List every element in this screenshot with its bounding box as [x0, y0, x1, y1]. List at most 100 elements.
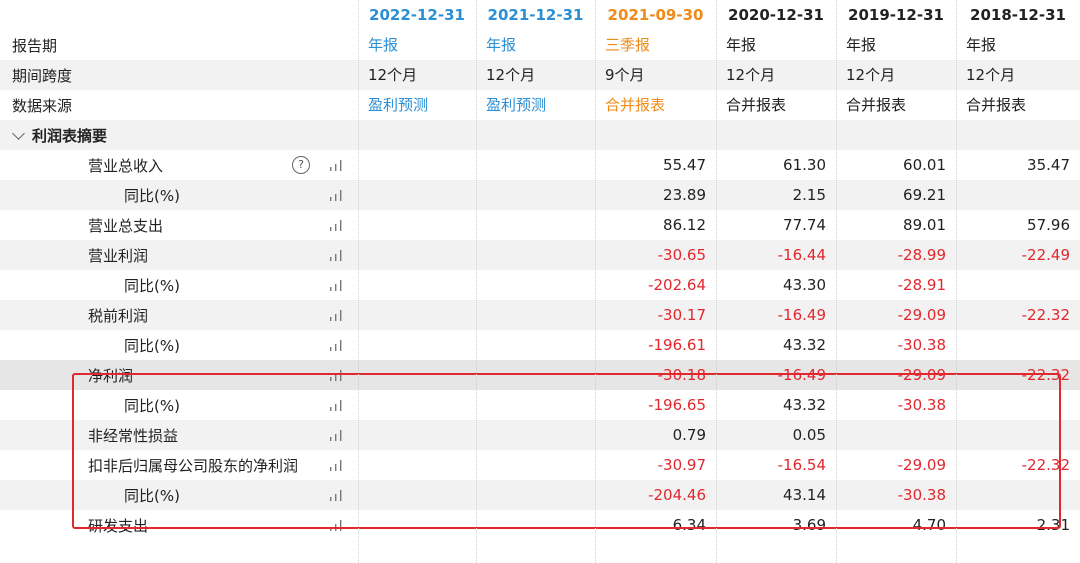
highlight-box [72, 373, 1061, 529]
table-cell: -28.99 [897, 246, 946, 264]
table-cell: -30.38 [897, 336, 946, 354]
table-cell [956, 270, 1080, 300]
column-divider [716, 0, 717, 563]
bar-chart-icon[interactable] [328, 309, 344, 321]
table-cell: 55.47 [663, 156, 706, 174]
column-divider [956, 0, 957, 563]
meta-cell-type: 年报 [846, 36, 877, 54]
table-cell: -202.64 [648, 276, 706, 294]
column-divider [836, 0, 837, 563]
table-cell: 43.32 [783, 336, 826, 354]
table-cell [358, 270, 476, 300]
meta-label: 数据来源 [12, 96, 73, 115]
table-cell [956, 180, 1080, 210]
table-cell: -29.09 [897, 306, 946, 324]
meta-cell-source[interactable]: 盈利预测 [358, 90, 476, 120]
table-row-label: 同比(%) [0, 180, 358, 210]
meta-row-label: 期间跨度 [0, 60, 358, 90]
column-divider [476, 0, 477, 563]
row-label: 营业总支出 [88, 216, 164, 235]
table-cell [358, 240, 476, 270]
table-cell: 43.30 [783, 276, 826, 294]
table-cell: -16.49 [777, 306, 826, 324]
table-cell: 60.01 [903, 156, 946, 174]
table-cell [476, 210, 595, 240]
table-cell [476, 180, 595, 210]
meta-cell-span: 12个月 [966, 66, 1016, 84]
meta-cell-source[interactable]: 盈利预测 [476, 90, 595, 120]
row-label: 同比(%) [124, 276, 180, 295]
meta-cell-source[interactable]: 合并报表 [956, 90, 1080, 120]
table-row-label: 营业总收入? [0, 150, 358, 180]
meta-cell-span: 12个月 [368, 66, 418, 84]
table-cell: -22.49 [1021, 246, 1070, 264]
table-cell: -16.44 [777, 246, 826, 264]
table-row-label: 同比(%) [0, 270, 358, 300]
bar-chart-icon[interactable] [328, 219, 344, 231]
table-cell [956, 330, 1080, 360]
column-header-date[interactable]: 2020-12-31 [716, 0, 836, 30]
table-cell [476, 300, 595, 330]
table-cell [476, 270, 595, 300]
help-icon[interactable]: ? [292, 156, 310, 174]
row-label: 营业总收入 [88, 156, 164, 175]
meta-cell-span: 12个月 [486, 66, 536, 84]
row-label: 营业利润 [88, 246, 149, 265]
meta-label: 期间跨度 [12, 66, 73, 85]
bar-chart-icon[interactable] [328, 279, 344, 291]
table-cell: 69.21 [903, 186, 946, 204]
meta-label: 报告期 [12, 36, 58, 55]
table-cell [358, 150, 476, 180]
bar-chart-icon[interactable] [328, 249, 344, 261]
table-row-label: 营业利润 [0, 240, 358, 270]
meta-cell-source[interactable]: 合并报表 [595, 90, 716, 120]
bar-chart-icon[interactable] [328, 159, 344, 171]
meta-cell-span: 9个月 [605, 66, 645, 84]
table-cell: 61.30 [783, 156, 826, 174]
table-cell [476, 330, 595, 360]
meta-row-label: 报告期 [0, 30, 358, 60]
meta-cell-type: 年报 [368, 36, 399, 54]
row-label: 同比(%) [124, 186, 180, 205]
row-label: 同比(%) [124, 336, 180, 355]
table-cell: -30.17 [657, 306, 706, 324]
table-cell [476, 150, 595, 180]
bar-chart-icon[interactable] [328, 339, 344, 351]
meta-cell-source[interactable]: 合并报表 [716, 90, 836, 120]
table-cell: 35.47 [1027, 156, 1070, 174]
table-row-label: 营业总支出 [0, 210, 358, 240]
table-cell [476, 240, 595, 270]
table-cell: -30.65 [657, 246, 706, 264]
row-label: 税前利润 [88, 306, 149, 325]
profit-statement-table: 报告期 期间跨度 数据来源 利润表摘要 营业总收入? 同比(%) 营业总支出 营业利润 同比(%… [0, 0, 1080, 563]
column-header-date[interactable]: 2019-12-31 [836, 0, 956, 30]
chevron-down-icon[interactable] [12, 127, 25, 140]
section-title: 利润表摘要 [32, 126, 108, 145]
meta-cell-source[interactable]: 合并报表 [836, 90, 956, 120]
column-divider [595, 0, 596, 563]
table-cell: 2.15 [792, 186, 826, 204]
meta-cell-type: 年报 [486, 36, 517, 54]
table-cell: 23.89 [663, 186, 706, 204]
meta-cell-span: 12个月 [726, 66, 776, 84]
column-header-date[interactable]: 2021-09-30 [595, 0, 716, 30]
table-cell: 77.74 [783, 216, 826, 234]
table-row-label: 税前利润 [0, 300, 358, 330]
table-cell: -196.61 [648, 336, 706, 354]
meta-cell-type: 三季报 [605, 36, 651, 54]
column-header-date[interactable]: 2021-12-31 [476, 0, 595, 30]
table-cell: -22.32 [1021, 306, 1070, 324]
table-cell [358, 330, 476, 360]
column-header-date[interactable]: 2018-12-31 [956, 0, 1080, 30]
table-cell [358, 210, 476, 240]
meta-cell-span: 12个月 [846, 66, 896, 84]
table-cell: 57.96 [1027, 216, 1070, 234]
table-row-label: 同比(%) [0, 330, 358, 360]
meta-cell-type: 年报 [726, 36, 757, 54]
section-header-income-statement[interactable]: 利润表摘要 [0, 120, 358, 150]
bar-chart-icon[interactable] [328, 189, 344, 201]
column-header-date[interactable]: 2022-12-31 [358, 0, 476, 30]
table-cell: 86.12 [663, 216, 706, 234]
table-cell [358, 180, 476, 210]
table-cell: 89.01 [903, 216, 946, 234]
